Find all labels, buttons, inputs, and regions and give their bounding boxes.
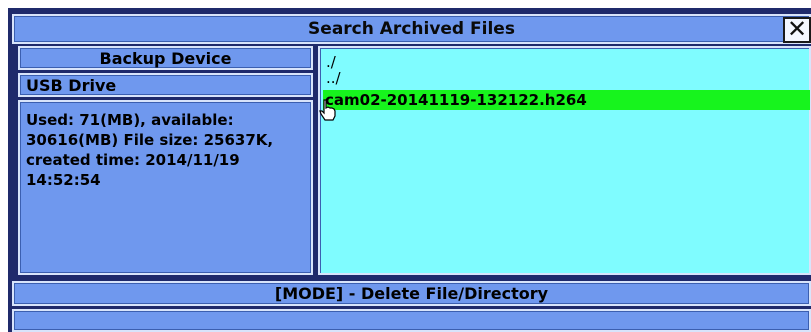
mode-hint-bar: [MODE] - Delete File/Directory [12,281,811,306]
file-info-panel: Used: 71(MB), available: 30616(MB) File … [18,100,313,275]
window-title-bar: Search Archived Files [12,14,811,44]
backup-device-label-text: Backup Device [99,48,232,68]
backup-device-value: USB Drive [26,75,117,95]
close-button[interactable]: ✕ [783,17,811,43]
file-list-item-selected[interactable]: cam02-20141119-132122.h264 [323,90,810,110]
status-bar [12,309,811,332]
hand-cursor-icon [319,99,336,121]
close-icon: ✕ [786,15,808,43]
file-name: cam02-20141119-132122.h264 [325,91,587,109]
mode-hint-text: [MODE] - Delete File/Directory [274,284,549,303]
window-title: Search Archived Files [308,19,515,39]
file-info-text: Used: 71(MB), available: 30616(MB) File … [26,111,274,189]
backup-device-select[interactable]: USB Drive [18,73,313,97]
file-list[interactable]: ./ ../ cam02-20141119-132122.h264 [318,46,811,275]
file-name: ../ [326,69,341,87]
backup-device-label: Backup Device [18,46,313,70]
file-list-item-parent-dir[interactable]: ../ [324,68,809,88]
